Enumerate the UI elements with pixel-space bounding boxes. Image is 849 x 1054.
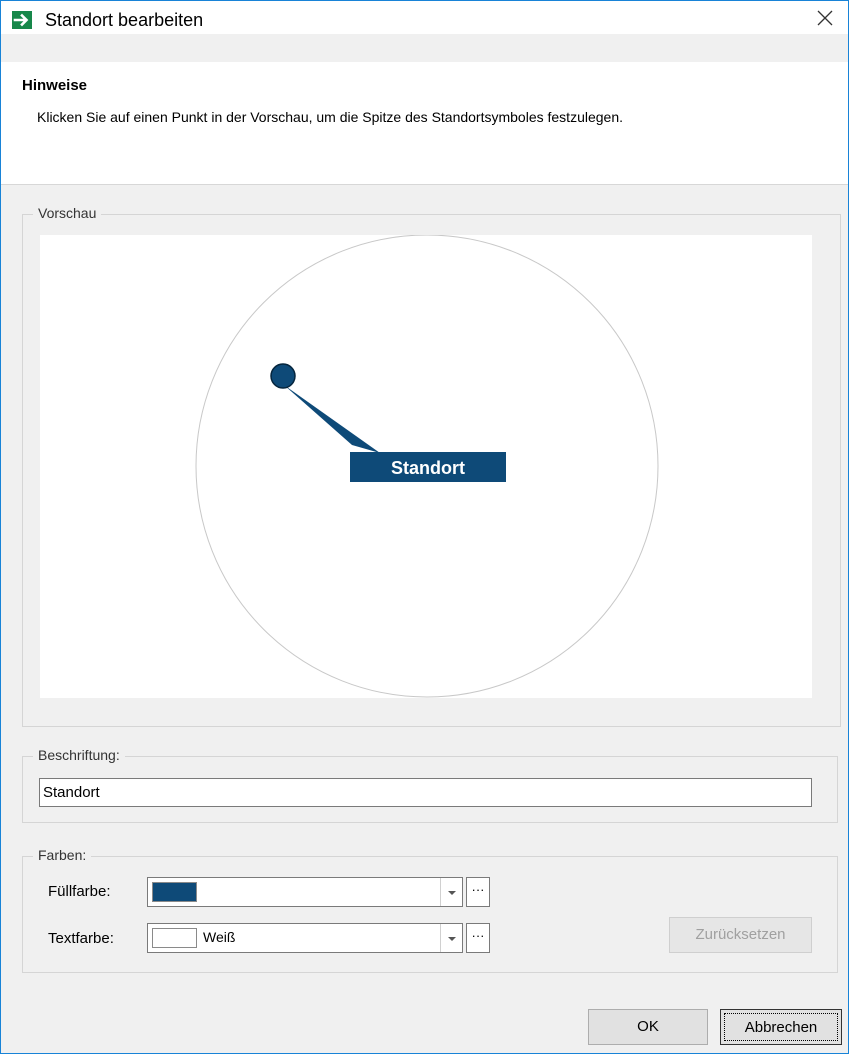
fill-color-swatch bbox=[152, 882, 197, 902]
text-color-more-button[interactable]: ··· bbox=[466, 923, 490, 953]
marker-label-text: Standort bbox=[391, 458, 465, 478]
ok-button[interactable]: OK bbox=[588, 1009, 708, 1045]
window-title: Standort bearbeiten bbox=[45, 10, 204, 30]
title-bar: Standort bearbeiten bbox=[1, 1, 848, 34]
caption-input[interactable] bbox=[39, 778, 812, 807]
preview-legend: Vorschau bbox=[33, 205, 102, 221]
hint-text: Klicken Sie auf einen Punkt in der Vorsc… bbox=[37, 109, 624, 125]
text-color-label: Textfarbe: bbox=[48, 930, 114, 947]
chevron-down-icon bbox=[448, 937, 456, 941]
colors-legend: Farben: bbox=[33, 847, 92, 863]
preview-drawing: Standort bbox=[195, 234, 659, 698]
text-color-select[interactable]: Weiß bbox=[147, 923, 463, 953]
fill-color-more-button[interactable]: ··· bbox=[466, 877, 490, 907]
arrow-right-icon bbox=[12, 11, 32, 29]
text-color-swatch bbox=[152, 928, 197, 948]
chevron-down-icon bbox=[448, 891, 456, 895]
fill-color-select[interactable] bbox=[147, 877, 463, 907]
fill-dropdown-button[interactable] bbox=[440, 878, 462, 906]
hint-title: Hinweise bbox=[22, 77, 88, 94]
marker-pointer bbox=[284, 385, 380, 453]
text-color-value: Weiß bbox=[203, 929, 236, 945]
colors-group: Farben: bbox=[22, 847, 838, 973]
preview-canvas[interactable]: Standort bbox=[40, 234, 812, 698]
close-icon bbox=[817, 10, 833, 26]
marker-tip-dot[interactable] bbox=[270, 363, 296, 389]
close-button[interactable] bbox=[802, 1, 848, 34]
hint-panel: Hinweise Klicken Sie auf einen Punkt in … bbox=[1, 62, 848, 185]
caption-legend: Beschriftung: bbox=[33, 747, 125, 763]
reset-button[interactable]: Zurücksetzen bbox=[669, 917, 812, 953]
text-dropdown-button[interactable] bbox=[440, 924, 462, 952]
cancel-button[interactable]: Abbrechen bbox=[720, 1009, 842, 1045]
cancel-button-label: Abbrechen bbox=[724, 1013, 838, 1041]
dialog-window: Standort bearbeiten Hinweise Klicken Sie… bbox=[0, 0, 849, 1054]
fill-color-label: Füllfarbe: bbox=[48, 883, 111, 900]
